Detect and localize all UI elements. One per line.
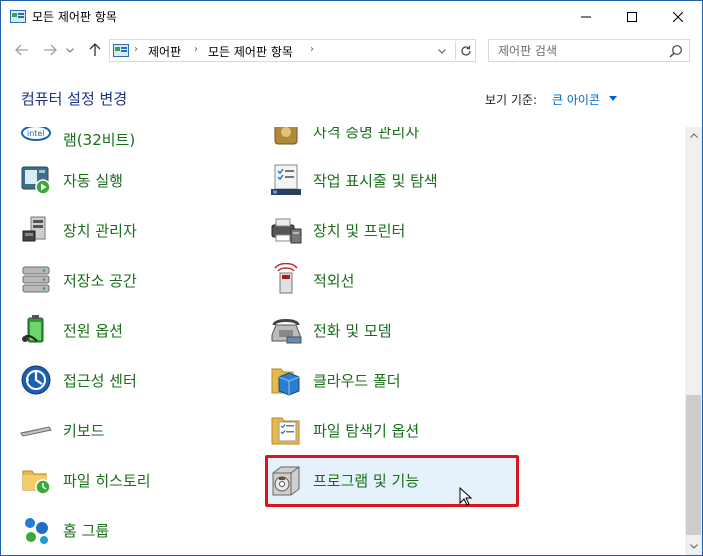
scroll-down-button[interactable] [685, 538, 702, 555]
minimize-button[interactable] [563, 1, 609, 32]
item-label: 파일 히스토리 [63, 471, 151, 490]
item-label: 자격 증명 관리자 [313, 127, 420, 141]
item-ease-of-access[interactable]: 접근성 센터 [19, 360, 249, 400]
caret-down-icon[interactable] [609, 96, 617, 101]
credential-manager-icon [274, 127, 298, 145]
file-history-icon [22, 470, 51, 495]
work-folders-icon [271, 368, 300, 396]
maximize-icon [627, 11, 637, 22]
scroll-up-button[interactable] [685, 127, 702, 144]
chevron-down-icon [438, 48, 446, 54]
item-label: 전원 옵션 [63, 321, 123, 340]
recent-locations-button[interactable] [63, 40, 77, 60]
item-device-manager[interactable]: 장치 관리자 [19, 210, 249, 250]
page-title: 컴퓨터 설정 변경 [21, 90, 128, 108]
item-phone-modem[interactable]: 전화 및 모뎀 [269, 310, 519, 350]
arrow-left-icon [15, 44, 28, 56]
vertical-scrollbar[interactable] [685, 127, 702, 555]
item-power-options[interactable]: 전원 옵션 [19, 310, 249, 350]
control-panel-icon [10, 10, 26, 23]
forward-button[interactable] [40, 40, 60, 60]
title-bar: 모든 제어판 항목 [1, 1, 702, 32]
keyboard-icon [20, 426, 52, 437]
chevron-down-icon [689, 544, 698, 549]
item-label: 전화 및 모뎀 [313, 321, 392, 340]
maximize-button[interactable] [609, 1, 655, 32]
refresh-button[interactable] [455, 41, 475, 60]
item-label: 장치 및 프린터 [313, 221, 406, 240]
search-box[interactable] [488, 39, 690, 62]
svg-text:intel: intel [27, 129, 45, 138]
item-work-folders[interactable]: 클라우드 폴더 [269, 360, 519, 400]
item-label: 장치 관리자 [63, 221, 137, 240]
arrow-right-icon [44, 44, 57, 56]
taskbar-icon [271, 164, 301, 195]
arrow-up-icon [89, 43, 101, 56]
item-storage-spaces[interactable]: 저장소 공간 [19, 260, 249, 300]
power-options-icon [22, 315, 44, 343]
address-bar[interactable]: › 제어판 › 모든 제어판 항목 › [109, 39, 476, 62]
control-panel-window: 모든 제어판 항목 › 제어판 › 모든 제어판 항목 › 제어판 검색 컴퓨터… [0, 0, 703, 556]
search-icon[interactable] [669, 44, 683, 58]
homegroup-icon [25, 518, 48, 544]
up-button[interactable] [85, 40, 105, 60]
item-file-history[interactable]: 파일 히스토리 [19, 460, 249, 500]
infrared-icon [274, 263, 298, 294]
annotation-highlight-box [265, 455, 519, 507]
item-autoplay[interactable]: 자동 실행 [19, 160, 249, 200]
item-taskbar-navigation[interactable]: 작업 표시줄 및 탐색 [269, 160, 519, 200]
item-label: 홈 그룹 [63, 521, 110, 540]
address-history-button[interactable] [435, 44, 449, 58]
navigation-bar: › 제어판 › 모든 제어판 항목 › [1, 32, 702, 68]
chevron-right-icon[interactable]: › [310, 44, 314, 55]
chevron-up-icon [689, 133, 698, 138]
item-devices-printers[interactable]: 장치 및 프린터 [269, 210, 519, 250]
item-label: 자동 실행 [63, 171, 123, 190]
scrollbar-thumb[interactable] [686, 395, 701, 535]
item-label: 작업 표시줄 및 탐색 [313, 171, 438, 190]
ease-of-access-icon [21, 365, 51, 395]
view-by-label: 보기 기준: [485, 93, 538, 107]
chevron-right-icon[interactable]: › [194, 44, 198, 55]
item-credential-manager[interactable]: 자격 증명 관리자 [269, 127, 519, 151]
chevron-right-icon: › [134, 44, 138, 55]
minimize-icon [581, 16, 591, 17]
window-title: 모든 제어판 항목 [32, 10, 117, 24]
item-homegroup[interactable]: 홈 그룹 [19, 510, 249, 550]
item-keyboard[interactable]: 키보드 [19, 410, 249, 450]
explorer-options-icon [271, 417, 300, 445]
phone-modem-icon [271, 319, 302, 344]
item-label: 적외선 [313, 271, 355, 290]
item-label: 램(32비트) [63, 130, 136, 149]
storage-spaces-icon [22, 266, 50, 293]
breadcrumb-all-items[interactable]: 모든 제어판 항목 [208, 43, 293, 60]
search-input[interactable] [489, 40, 667, 61]
item-explorer-options[interactable]: 파일 탐색기 옵션 [269, 410, 519, 450]
close-button[interactable] [655, 1, 701, 32]
item-label: 저장소 공간 [63, 271, 137, 290]
item-label: 접근성 센터 [63, 371, 137, 390]
item-infrared[interactable]: 적외선 [269, 260, 519, 300]
device-manager-icon [22, 216, 46, 242]
mouse-cursor-icon [459, 487, 473, 506]
refresh-icon [460, 45, 471, 56]
devices-printers-icon [271, 218, 302, 244]
chevron-down-icon [66, 47, 74, 53]
close-icon [673, 11, 683, 22]
item-label: 키보드 [63, 421, 105, 440]
autoplay-icon [21, 166, 51, 195]
intel-graphics-icon: intel [21, 127, 51, 141]
back-button[interactable] [12, 40, 32, 60]
item-label: 클라우드 폴더 [313, 371, 401, 390]
item-intel-graphics[interactable]: intel 램(32비트) [19, 127, 249, 159]
control-panel-icon [113, 44, 129, 57]
breadcrumb-control-panel[interactable]: 제어판 [148, 43, 181, 60]
item-label: 파일 탐색기 옵션 [313, 421, 420, 440]
view-by-dropdown[interactable]: 큰 아이콘 [552, 91, 600, 108]
